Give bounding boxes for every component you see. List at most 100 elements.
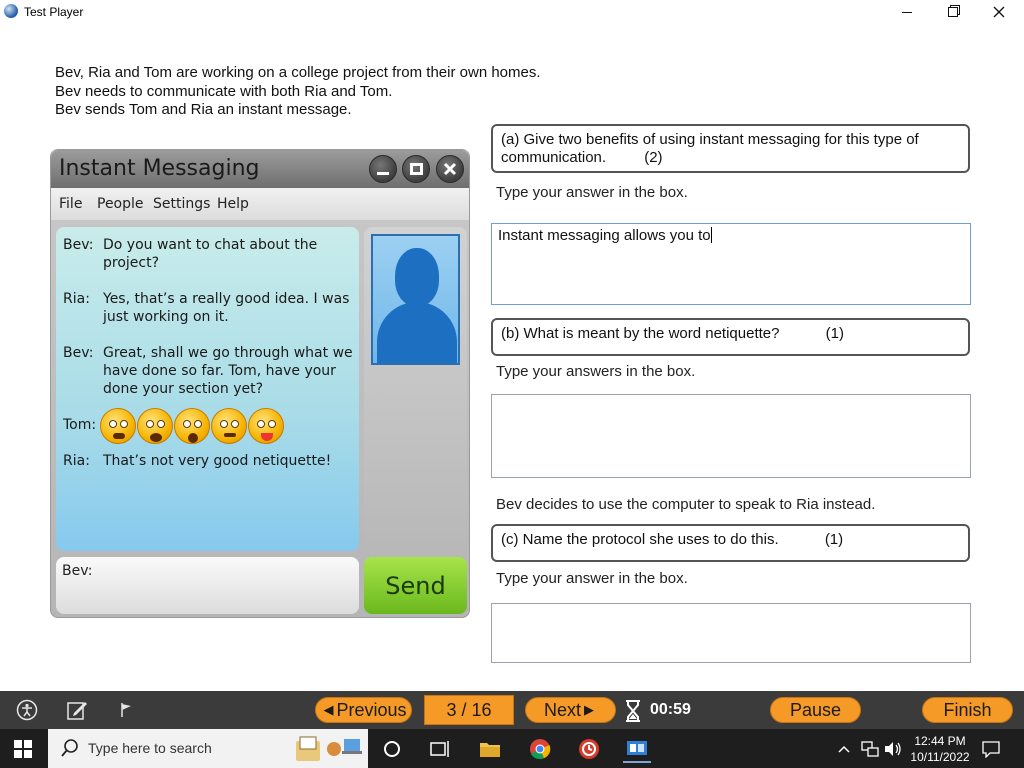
- chat-sender: Bev:: [63, 345, 94, 361]
- search-icon: [61, 739, 78, 757]
- avatar-silhouette-icon: [371, 234, 460, 365]
- system-clock[interactable]: 12:44 PM 10/11/2022: [904, 733, 976, 765]
- pause-label: Pause: [789, 699, 842, 720]
- test-player-taskbar-button[interactable]: [623, 735, 651, 763]
- close-icon: [993, 6, 1005, 18]
- previous-label: Previous: [336, 699, 407, 720]
- show-hidden-icons-button[interactable]: [834, 735, 854, 763]
- restore-button[interactable]: [930, 0, 976, 24]
- compose-label: Bev:: [62, 563, 93, 579]
- chat-history: Bev: Do you want to chat about the proje…: [56, 227, 359, 551]
- finish-button[interactable]: Finish: [922, 697, 1013, 723]
- question-a: (a) Give two benefits of using instant m…: [491, 124, 970, 173]
- timer-display: 00:59: [650, 701, 691, 718]
- angry-emoji-icon: [137, 408, 173, 444]
- question-counter: 3 / 16: [424, 695, 514, 725]
- close-button[interactable]: [976, 0, 1022, 24]
- im-menu-help: Help: [217, 196, 249, 212]
- answer-c-input[interactable]: [491, 603, 971, 663]
- frowning-emoji-icon: [100, 408, 136, 444]
- scenario-text: Bev, Ria and Tom are working on a colleg…: [55, 64, 541, 120]
- task-view-icon: [430, 741, 449, 757]
- im-menu-settings: Settings: [153, 196, 211, 212]
- question-b-marks: (1): [825, 325, 844, 342]
- scenario-line: Bev needs to communicate with both Ria a…: [55, 82, 393, 100]
- previous-button[interactable]: ◀ Previous: [315, 697, 412, 723]
- red-app-icon: [579, 739, 599, 759]
- contact-avatar-panel: [364, 227, 467, 551]
- search-highlight-graphic-icon: [296, 736, 362, 761]
- flag-icon: [121, 703, 131, 717]
- answer-b-input[interactable]: [491, 394, 971, 478]
- question-c-text: (c) Name the protocol she uses to do thi…: [501, 531, 779, 548]
- minimize-button[interactable]: [884, 0, 930, 24]
- notifications-button[interactable]: [980, 735, 1002, 763]
- instant-messaging-window: Instant Messaging File People Settings H…: [50, 149, 470, 618]
- im-minimize-icon: [369, 155, 397, 183]
- minimize-icon: [902, 11, 912, 13]
- chat-sender: Ria:: [63, 291, 90, 307]
- im-menu-people: People: [97, 196, 144, 212]
- arrow-right-icon: ▶: [584, 702, 594, 717]
- im-titlebar: Instant Messaging: [51, 150, 469, 188]
- chrome-icon: [530, 739, 551, 760]
- question-c-marks: (1): [824, 531, 844, 548]
- text-caret: [710, 227, 712, 243]
- start-button[interactable]: [14, 740, 32, 758]
- im-maximize-icon: [402, 155, 430, 183]
- notepad-button[interactable]: [66, 699, 88, 721]
- question-c-hint: Type your answer in the box.: [496, 570, 688, 587]
- task-view-button[interactable]: [426, 735, 454, 763]
- chat-sender: Bev:: [63, 237, 94, 253]
- grimacing-emoji-icon: [211, 408, 247, 444]
- test-player-app-icon: [627, 741, 647, 755]
- im-menu-file: File: [59, 196, 83, 212]
- question-c-intro: Bev decides to use the computer to speak…: [496, 496, 876, 513]
- finish-label: Finish: [943, 699, 992, 720]
- cortana-button[interactable]: [378, 735, 406, 763]
- chat-text: Yes, that’s a really good idea. I was ju…: [103, 291, 350, 325]
- accessibility-button[interactable]: [16, 699, 38, 721]
- question-a-text: (a) Give two benefits of using instant m…: [501, 131, 919, 166]
- flag-button[interactable]: [116, 699, 138, 721]
- restore-icon: [948, 7, 958, 17]
- question-b-text: (b) What is meant by the word netiquette…: [501, 325, 780, 342]
- arrow-left-icon: ◀: [323, 702, 334, 717]
- notification-speech-icon: [982, 741, 1000, 758]
- question-b-hint: Type your answers in the box.: [496, 363, 696, 380]
- tongue-out-emoji-icon: [248, 408, 284, 444]
- file-explorer-button[interactable]: [476, 735, 504, 763]
- chrome-button[interactable]: [526, 735, 554, 763]
- answer-a-input[interactable]: Instant messaging allows you to: [491, 223, 971, 305]
- chat-text: Great, shall we go through what we have …: [103, 345, 353, 397]
- notepad-pencil-icon: [67, 702, 87, 720]
- answer-a-text: Instant messaging allows you to: [498, 227, 711, 244]
- app-shortcut-button[interactable]: [575, 735, 603, 763]
- window-titlebar: Test Player: [0, 0, 1024, 24]
- folder-icon: [480, 743, 500, 757]
- scenario-line: Bev sends Tom and Ria an instant message…: [55, 101, 352, 118]
- app-globe-icon: [4, 4, 18, 18]
- window-title: Test Player: [24, 5, 84, 19]
- network-button[interactable]: [858, 735, 882, 763]
- accessibility-icon: [16, 699, 38, 721]
- im-send-graphic: Send: [364, 557, 467, 614]
- taskbar-search-box[interactable]: Type here to search: [48, 729, 368, 768]
- chat-text: Do you want to chat about the project?: [103, 237, 318, 271]
- chat-text: That’s not very good netiquette!: [103, 453, 332, 469]
- network-icon: [861, 741, 879, 757]
- im-menubar: File People Settings Help: [51, 188, 469, 220]
- speaker-icon: [885, 742, 901, 756]
- volume-button[interactable]: [882, 735, 904, 763]
- next-label: Next: [543, 699, 581, 720]
- im-close-icon: [436, 155, 464, 183]
- chevron-up-icon: [838, 745, 850, 753]
- next-button[interactable]: Next ▶: [525, 697, 616, 723]
- question-c: (c) Name the protocol she uses to do thi…: [491, 524, 970, 562]
- chat-sender: Ria:: [63, 453, 90, 469]
- question-a-hint: Type your answer in the box.: [496, 184, 688, 201]
- question-a-marks: (2): [644, 149, 663, 166]
- pause-button[interactable]: Pause: [770, 697, 861, 723]
- shocked-emoji-icon: [174, 408, 210, 444]
- test-toolbar: ◀ Previous 3 / 16 Next ▶ 00:59 Pause Finis…: [0, 691, 1024, 729]
